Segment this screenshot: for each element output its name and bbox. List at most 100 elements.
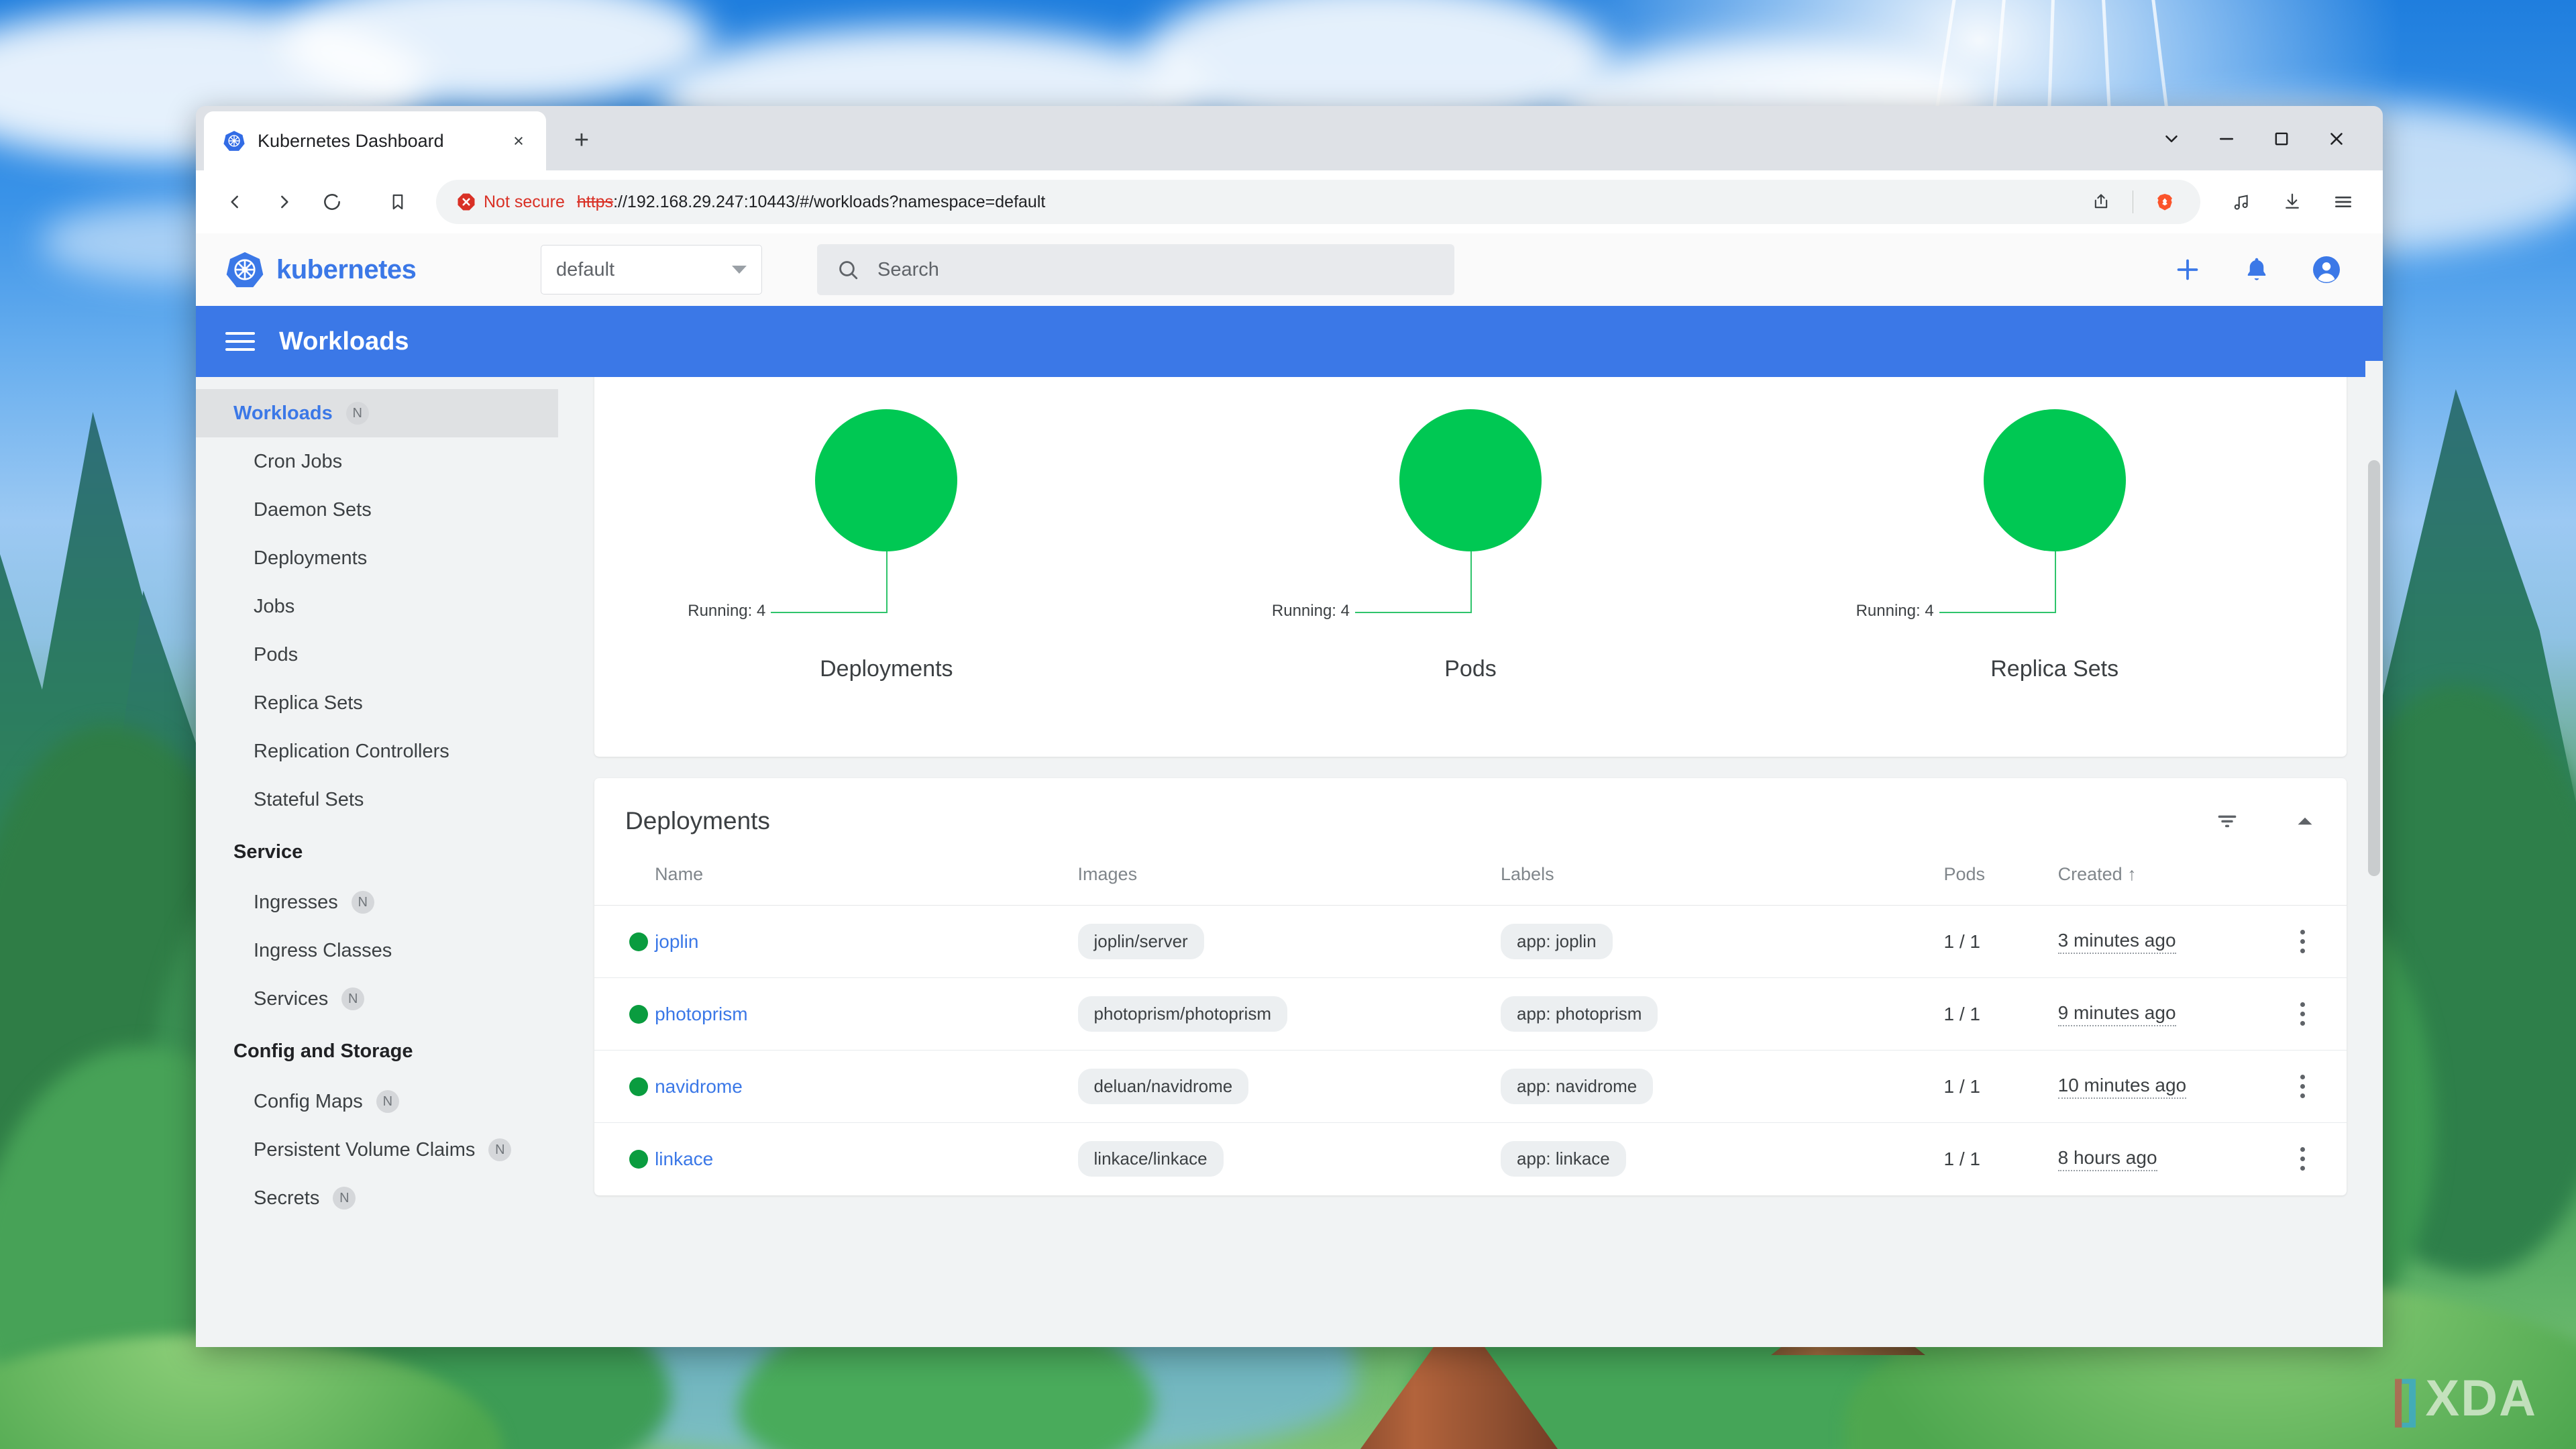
row-actions-kebab-icon[interactable] bbox=[2259, 1002, 2347, 1026]
sidebar-item-replica-sets[interactable]: Replica Sets bbox=[196, 679, 558, 727]
browser-tab[interactable]: Kubernetes Dashboard × bbox=[204, 111, 546, 170]
back-arrow-icon[interactable] bbox=[213, 180, 258, 224]
music-note-icon[interactable] bbox=[2219, 180, 2263, 224]
column-header-name[interactable]: Name bbox=[655, 864, 1078, 906]
pods-count: 1 / 1 bbox=[1943, 1148, 1980, 1169]
content-scrollbar[interactable] bbox=[2365, 361, 2383, 1347]
chart-replica-sets-slice-running[interactable] bbox=[1983, 409, 2126, 551]
sidebar-item-replication-controllers[interactable]: Replication Controllers bbox=[196, 727, 558, 775]
omnibox[interactable]: Not secure https://192.168.29.247:10443/… bbox=[436, 180, 2200, 224]
filter-icon[interactable] bbox=[2214, 808, 2241, 835]
chart-deployments: Running: 4 Deployments bbox=[594, 381, 1179, 757]
new-tab-button[interactable]: + bbox=[561, 119, 602, 161]
row-actions-kebab-icon[interactable] bbox=[2259, 930, 2347, 953]
sidebar-item-secrets[interactable]: Secrets N bbox=[196, 1174, 558, 1222]
notifications-button[interactable] bbox=[2242, 255, 2271, 284]
created-timestamp[interactable]: 10 minutes ago bbox=[2057, 1075, 2187, 1099]
row-labels-cell: app: joplin bbox=[1501, 905, 1944, 978]
content-scrollbar-thumb[interactable] bbox=[2368, 460, 2380, 876]
window-minimize-icon[interactable] bbox=[2199, 118, 2254, 160]
row-pods-cell: 1 / 1 bbox=[1943, 1050, 2058, 1123]
deployments-card-actions bbox=[2214, 808, 2317, 835]
xda-watermark: [ ] XDA bbox=[2392, 1373, 2537, 1425]
column-header-labels[interactable]: Labels bbox=[1501, 864, 1944, 906]
sidebar-item-ingresses[interactable]: Ingresses N bbox=[196, 878, 558, 926]
deployment-name-link[interactable]: joplin bbox=[655, 931, 698, 952]
window-close-icon[interactable] bbox=[2309, 118, 2364, 160]
label-chip: app: photoprism bbox=[1501, 996, 1658, 1032]
sidebar-item-label: Services bbox=[254, 987, 329, 1010]
sidebar-item-workloads[interactable]: Workloads N bbox=[196, 389, 558, 437]
deployment-name-link[interactable]: linkace bbox=[655, 1148, 713, 1169]
column-header-created[interactable]: Created ↑ bbox=[2057, 864, 2259, 906]
sidebar-item-jobs[interactable]: Jobs bbox=[196, 582, 558, 631]
reload-icon[interactable] bbox=[310, 180, 354, 224]
namespace-select[interactable]: default bbox=[541, 245, 762, 294]
search-input[interactable]: Search bbox=[817, 244, 1454, 295]
bookmark-icon[interactable] bbox=[376, 180, 420, 224]
row-created-cell: 10 minutes ago bbox=[2057, 1050, 2259, 1123]
table-row[interactable]: photoprism photoprism/photoprism app: ph… bbox=[594, 977, 2347, 1051]
not-secure-badge[interactable]: Not secure bbox=[456, 192, 565, 212]
window-chevron-down-icon[interactable] bbox=[2144, 118, 2199, 160]
row-actions-kebab-icon[interactable] bbox=[2259, 1147, 2347, 1171]
tab-close-icon[interactable]: × bbox=[507, 129, 530, 152]
table-row[interactable]: joplin joplin/server app: joplin 1 / 1 3… bbox=[594, 905, 2347, 978]
sidebar-item-deployments[interactable]: Deployments bbox=[196, 534, 558, 582]
status-dot-running bbox=[629, 1149, 648, 1169]
watermark-text: XDA bbox=[2425, 1370, 2537, 1427]
pods-count: 1 / 1 bbox=[1943, 1075, 1980, 1097]
row-created-cell: 8 hours ago bbox=[2057, 1123, 2259, 1195]
chart-pods-slice-running[interactable] bbox=[1399, 409, 1542, 551]
account-button[interactable] bbox=[2310, 254, 2343, 286]
sidebar-group-title-config-and-storage: Config and Storage bbox=[233, 1040, 413, 1062]
table-row[interactable]: navidrome deluan/navidrome app: navidrom… bbox=[594, 1050, 2347, 1123]
forward-arrow-icon[interactable] bbox=[262, 180, 306, 224]
browser-nav-toolbar: Not secure https://192.168.29.247:10443/… bbox=[196, 170, 2383, 233]
created-timestamp[interactable]: 3 minutes ago bbox=[2057, 930, 2176, 954]
sidebar-item-pods[interactable]: Pods bbox=[196, 631, 558, 679]
kubernetes-logo[interactable]: kubernetes bbox=[225, 250, 541, 289]
omnibox-url[interactable]: https://192.168.29.247:10443/#/workloads… bbox=[577, 193, 2067, 212]
column-header-images[interactable]: Images bbox=[1077, 864, 1501, 906]
column-header-pods[interactable]: Pods bbox=[1943, 864, 2058, 906]
sidebar-item-persistent-volume-claims[interactable]: Persistent Volume Claims N bbox=[196, 1126, 558, 1174]
sidebar-item-cron-jobs[interactable]: Cron Jobs bbox=[196, 437, 558, 486]
chart-pods-label: Running: 4 bbox=[1271, 602, 1350, 620]
chart-deployments-slice-running[interactable] bbox=[815, 409, 958, 551]
sidebar-item-label: Replica Sets bbox=[254, 692, 363, 714]
sidebar-item-stateful-sets[interactable]: Stateful Sets bbox=[196, 775, 558, 824]
browser-toolbar-right bbox=[2219, 180, 2365, 224]
collapse-card-chevron-up-icon[interactable] bbox=[2293, 809, 2317, 833]
row-pods-cell: 1 / 1 bbox=[1944, 1123, 2058, 1195]
namespaced-badge: N bbox=[341, 987, 365, 1010]
window-maximize-icon[interactable] bbox=[2254, 118, 2309, 160]
deployment-name-link[interactable]: navidrome bbox=[655, 1076, 743, 1097]
sidebar-item-services[interactable]: Services N bbox=[196, 975, 558, 1023]
row-name-cell: joplin bbox=[655, 905, 1078, 978]
download-icon[interactable] bbox=[2270, 180, 2314, 224]
sidebar-item-config-maps[interactable]: Config Maps N bbox=[196, 1077, 558, 1126]
deployment-name-link[interactable]: photoprism bbox=[655, 1004, 748, 1024]
table-row[interactable]: linkace linkace/linkace app: linkace 1 /… bbox=[594, 1123, 2347, 1195]
omnibox-actions bbox=[2079, 180, 2187, 224]
brave-lion-icon[interactable] bbox=[2143, 180, 2187, 224]
sidebar-item-ingress-classes[interactable]: Ingress Classes bbox=[196, 926, 558, 975]
sidebar-item-label: Workloads bbox=[233, 402, 333, 424]
row-pods-cell: 1 / 1 bbox=[1943, 977, 2058, 1051]
not-secure-icon bbox=[458, 193, 475, 211]
row-images-cell: deluan/navidrome bbox=[1077, 1050, 1501, 1123]
row-name-cell: photoprism bbox=[655, 977, 1078, 1051]
share-icon[interactable] bbox=[2079, 180, 2123, 224]
sidebar-item-daemon-sets[interactable]: Daemon Sets bbox=[196, 486, 558, 534]
row-images-cell: joplin/server bbox=[1077, 905, 1501, 978]
row-pods-cell: 1 / 1 bbox=[1943, 905, 2058, 978]
row-name-cell: linkace bbox=[655, 1123, 1077, 1195]
column-header-status bbox=[594, 864, 655, 906]
sidebar-toggle-hamburger-icon[interactable] bbox=[225, 332, 255, 351]
created-timestamp[interactable]: 8 hours ago bbox=[2057, 1147, 2157, 1171]
browser-menu-icon[interactable] bbox=[2321, 180, 2365, 224]
row-actions-kebab-icon[interactable] bbox=[2259, 1075, 2347, 1098]
created-timestamp[interactable]: 9 minutes ago bbox=[2057, 1002, 2176, 1026]
add-resource-button[interactable] bbox=[2172, 254, 2203, 285]
